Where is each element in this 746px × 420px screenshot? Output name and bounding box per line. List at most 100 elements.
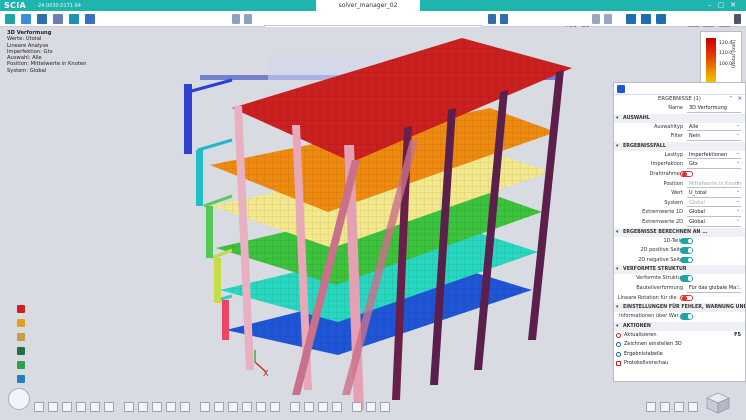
informationen-toggle[interactable]: [680, 313, 693, 320]
member-icon[interactable]: [17, 319, 25, 327]
node-icon[interactable]: [17, 375, 25, 383]
extremwerte-2d-select[interactable]: Global: [687, 219, 741, 227]
lineare-rotation-toggle[interactable]: [680, 294, 693, 301]
legend-unit: Utotal [mm]: [732, 40, 737, 68]
support-icon[interactable]: [17, 361, 25, 369]
section-einstellungen[interactable]: EINSTELLUNGEN FÜR FEHLER, WARNUNG UND HI…: [614, 303, 745, 313]
loadcase-next-icon[interactable]: [604, 14, 612, 24]
position-label: Position: [663, 180, 683, 187]
export-icon[interactable]: [380, 402, 390, 412]
undo-icon[interactable]: [232, 14, 240, 24]
calc-icon[interactable]: [626, 14, 636, 24]
section-aktionen[interactable]: AKTIONEN: [614, 321, 745, 331]
section-verformte-struktur[interactable]: VERFORMTE STRUKTUR: [614, 265, 745, 275]
close-icon[interactable]: ✕: [738, 95, 742, 104]
section-icon[interactable]: [180, 402, 190, 412]
snap-icon[interactable]: [290, 402, 300, 412]
render-icon[interactable]: [124, 402, 134, 412]
save-icon[interactable]: [21, 14, 31, 24]
ucs-icon[interactable]: [332, 402, 342, 412]
node-view-icon[interactable]: [270, 402, 280, 412]
help-icon[interactable]: [488, 14, 496, 24]
select-icon[interactable]: [34, 402, 44, 412]
pin-icon[interactable]: [17, 305, 25, 313]
1d-teile-row: 1D-Teile: [614, 237, 745, 247]
2d-positive-row: 2D positive Seite: [614, 246, 745, 256]
view-cube-icon[interactable]: [706, 392, 730, 414]
section-ergebnisse-berechnen[interactable]: ERGEBNISSE BERECHNEN AN ...: [614, 227, 745, 237]
2d-positive-toggle[interactable]: [680, 247, 693, 254]
panel-pin-icon[interactable]: [617, 85, 625, 93]
legend-value: 100.0: [719, 62, 733, 67]
window-buttons[interactable]: –▢✕: [708, 1, 742, 9]
arch-icon[interactable]: [17, 347, 25, 355]
measure-icon[interactable]: [318, 402, 328, 412]
action-protokoll[interactable]: Protokollvorschau: [614, 359, 745, 369]
lasttyp-select[interactable]: Imperfektionen: [687, 152, 741, 160]
pan-icon[interactable]: [674, 402, 684, 412]
bauteilverformung-select[interactable]: Für das globale Ma...: [687, 285, 741, 293]
auswahltyp-select[interactable]: Alle: [687, 124, 741, 132]
report-icon[interactable]: [656, 14, 666, 24]
verformte-toggle[interactable]: [680, 275, 693, 282]
auswahltyp-label: Auswahltyp: [654, 123, 683, 130]
extremwerte-1d-select[interactable]: Global: [687, 209, 741, 217]
dropdown-icon[interactable]: [500, 14, 508, 24]
system-label: System: [664, 199, 683, 206]
results-icon[interactable]: [69, 14, 79, 24]
position-select[interactable]: Mittelwerte in Knoten: [687, 181, 741, 189]
loadcase-prev-icon[interactable]: [592, 14, 600, 24]
drahtrahmen-toggle[interactable]: [680, 170, 693, 178]
check-icon[interactable]: [641, 14, 651, 24]
name-row: Name 3D Verformung: [614, 104, 745, 114]
support-view-icon[interactable]: [214, 402, 224, 412]
2d-negative-toggle[interactable]: [680, 256, 693, 264]
rotate-icon[interactable]: [688, 402, 698, 412]
action-aktualisieren[interactable]: Aktualisieren F5: [614, 331, 745, 341]
auswahltyp-row: Auswahltyp Alle: [614, 123, 745, 133]
section-auswahl[interactable]: AUSWAHL: [614, 113, 745, 123]
section-ergebnisfall[interactable]: ERGEBNISSFALL: [614, 141, 745, 151]
solid-icon[interactable]: [152, 402, 162, 412]
lasttyp-row: Lasttyp Imperfektionen: [614, 151, 745, 161]
imperfektion-select[interactable]: Gtx: [687, 161, 741, 169]
filter-select[interactable]: Nein: [687, 133, 741, 141]
wert-row: Wert U_total: [614, 189, 745, 199]
project-tab[interactable]: solver_manager_02: [316, 0, 420, 11]
home-icon[interactable]: [5, 14, 15, 24]
action-ergebnistabelle[interactable]: Ergebnistabelle: [614, 350, 745, 360]
1d-teile-toggle[interactable]: [680, 237, 693, 245]
ortho-icon[interactable]: [304, 402, 314, 412]
drahtrahmen-row: Drahtrahmen: [614, 170, 745, 180]
extremwerte-1d-label: Extremwerte 1D: [642, 209, 683, 216]
filter-icon[interactable]: [62, 402, 72, 412]
home-view-icon[interactable]: [8, 388, 30, 410]
grid-toggle-icon[interactable]: [76, 402, 86, 412]
tools-icon[interactable]: [37, 14, 47, 24]
informationen-label: Informationen über War...: [619, 313, 683, 320]
view-icon[interactable]: [48, 402, 58, 412]
zoom-all-icon[interactable]: [646, 402, 656, 412]
action-zeichnen[interactable]: Zeichnen einstellen 3D: [614, 340, 745, 350]
axes-icon[interactable]: [256, 402, 266, 412]
properties-panel: ERGEBNISSE (1) ⌃ ✕ Name 3D Verformung AU…: [613, 82, 746, 382]
wert-select[interactable]: U_total: [687, 190, 741, 198]
wireframe-icon[interactable]: [138, 402, 148, 412]
layer-icon[interactable]: [90, 402, 100, 412]
system-select[interactable]: Global: [687, 200, 741, 208]
name-field[interactable]: 3D Verformung: [687, 105, 741, 113]
load-icon[interactable]: [200, 402, 210, 412]
settings-icon[interactable]: [85, 14, 95, 24]
grid-icon[interactable]: [53, 14, 63, 24]
zoom-icon[interactable]: [104, 402, 114, 412]
menu-icon[interactable]: [734, 14, 741, 24]
label-icon[interactable]: [166, 402, 176, 412]
redo-icon[interactable]: [244, 14, 252, 24]
print-icon[interactable]: [352, 402, 362, 412]
hinge-icon[interactable]: [228, 402, 238, 412]
collapse-icon[interactable]: ⌃: [729, 95, 733, 104]
column-icon[interactable]: [17, 333, 25, 341]
zoom-in-icon[interactable]: [660, 402, 670, 412]
mesh-icon[interactable]: [242, 402, 252, 412]
picture-icon[interactable]: [366, 402, 376, 412]
